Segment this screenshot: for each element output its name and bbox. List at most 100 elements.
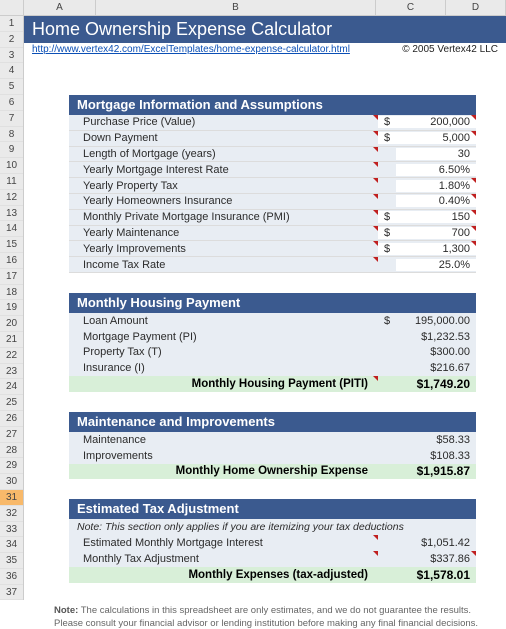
row-value[interactable]: 1,300 [396, 243, 476, 255]
row-header-34[interactable]: 34 [0, 537, 23, 553]
source-link[interactable]: http://www.vertex42.com/ExcelTemplates/h… [32, 44, 350, 57]
row-header-23[interactable]: 23 [0, 364, 23, 380]
comment-marker-icon[interactable] [471, 241, 476, 246]
col-header-c[interactable]: C [376, 0, 446, 15]
comment-marker-icon[interactable] [373, 131, 378, 136]
row-value[interactable]: 5,000 [396, 132, 476, 144]
row-header-15[interactable]: 15 [0, 237, 23, 253]
row-header-17[interactable]: 17 [0, 269, 23, 285]
row-header-3[interactable]: 3 [0, 48, 23, 64]
comment-marker-icon[interactable] [373, 210, 378, 215]
row-header-18[interactable]: 18 [0, 285, 23, 301]
data-row: Income Tax Rate 25.0% [69, 257, 476, 273]
row-value[interactable]: 200,000 [396, 116, 476, 128]
row-header-12[interactable]: 12 [0, 190, 23, 206]
row-value[interactable]: 150 [396, 211, 476, 223]
row-header-21[interactable]: 21 [0, 332, 23, 348]
row-header-29[interactable]: 29 [0, 458, 23, 474]
row-label: Down Payment [69, 132, 378, 144]
row-header-27[interactable]: 27 [0, 427, 23, 443]
row-header-36[interactable]: 36 [0, 569, 23, 585]
row-header-2[interactable]: 2 [0, 32, 23, 48]
select-all-corner[interactable] [0, 0, 24, 15]
comment-marker-icon[interactable] [373, 115, 378, 120]
comment-marker-icon[interactable] [373, 257, 378, 262]
comment-marker-icon[interactable] [373, 535, 378, 540]
row-header-1[interactable]: 1 [0, 16, 23, 32]
row-header-11[interactable]: 11 [0, 174, 23, 190]
row-header-16[interactable]: 16 [0, 253, 23, 269]
row-value[interactable]: 1.80% [396, 180, 476, 192]
comment-marker-icon[interactable] [471, 210, 476, 215]
row-value[interactable]: 700 [396, 227, 476, 239]
data-row: Length of Mortgage (years)30 [69, 147, 476, 163]
row-header-5[interactable]: 5 [0, 79, 23, 95]
currency-symbol: $ [378, 132, 396, 144]
col-header-a[interactable]: A [24, 0, 96, 15]
comment-marker-icon[interactable] [471, 194, 476, 199]
row-header-8[interactable]: 8 [0, 127, 23, 143]
row-header-32[interactable]: 32 [0, 506, 23, 522]
row-header-4[interactable]: 4 [0, 63, 23, 79]
comment-marker-icon[interactable] [471, 226, 476, 231]
data-row: Improvements$108.33 [69, 448, 476, 464]
comment-marker-icon[interactable] [471, 178, 476, 183]
row-header-22[interactable]: 22 [0, 348, 23, 364]
row-header-19[interactable]: 19 [0, 300, 23, 316]
row-header-9[interactable]: 9 [0, 142, 23, 158]
row-header-14[interactable]: 14 [0, 221, 23, 237]
footnote-line1: The calculations in this spreadsheet are… [81, 605, 471, 616]
row-header-26[interactable]: 26 [0, 411, 23, 427]
row-header-31[interactable]: 31 [0, 490, 23, 506]
row-header-30[interactable]: 30 [0, 474, 23, 490]
total-value: $1,578.01 [396, 568, 476, 582]
row-header-37[interactable]: 37 [0, 585, 23, 601]
comment-marker-icon[interactable] [373, 376, 378, 381]
row-header-25[interactable]: 25 [0, 395, 23, 411]
comment-marker-icon[interactable] [373, 226, 378, 231]
section-header-mortgage: Mortgage Information and Assumptions [69, 95, 476, 115]
row-label: Income Tax Rate [69, 259, 378, 271]
row-value: $58.33 [396, 434, 476, 446]
row-header-35[interactable]: 35 [0, 553, 23, 569]
row-header-7[interactable]: 7 [0, 111, 23, 127]
row-value[interactable]: 6.50% [396, 164, 476, 176]
row-header-33[interactable]: 33 [0, 522, 23, 538]
row-label: Maintenance [69, 434, 378, 446]
row-value[interactable]: 0.40% [396, 195, 476, 207]
data-row: Estimated Monthly Mortgage Interest$1,05… [69, 535, 476, 551]
comment-marker-icon[interactable] [373, 551, 378, 556]
row-label: Yearly Property Tax [69, 180, 378, 192]
comment-marker-icon[interactable] [373, 162, 378, 167]
row-value: $300.00 [396, 346, 476, 358]
column-header-row: A B C D [0, 0, 506, 16]
comment-marker-icon[interactable] [373, 194, 378, 199]
total-value: $1,915.87 [396, 464, 476, 478]
row-header-20[interactable]: 20 [0, 316, 23, 332]
section-note: Note: This section only applies if you a… [69, 519, 476, 535]
comment-marker-icon[interactable] [471, 115, 476, 120]
total-row-piti: Monthly Housing Payment (PITI) $1,749.20 [69, 376, 476, 392]
col-header-d[interactable]: D [446, 0, 506, 15]
row-value[interactable]: 25.0% [396, 259, 476, 271]
row-value: $216.67 [396, 362, 476, 374]
comment-marker-icon[interactable] [373, 147, 378, 152]
comment-marker-icon[interactable] [471, 131, 476, 136]
data-row: Monthly Tax Adjustment$337.86 [69, 551, 476, 567]
comment-marker-icon[interactable] [471, 551, 476, 556]
row-header-24[interactable]: 24 [0, 379, 23, 395]
row-header-28[interactable]: 28 [0, 443, 23, 459]
row-value[interactable]: 30 [396, 148, 476, 160]
row-label: Monthly Private Mortgage Insurance (PMI) [69, 211, 378, 223]
row-header-10[interactable]: 10 [0, 158, 23, 174]
comment-marker-icon[interactable] [373, 178, 378, 183]
comment-marker-icon[interactable] [373, 241, 378, 246]
data-row: Monthly Private Mortgage Insurance (PMI)… [69, 210, 476, 226]
row-label: Yearly Improvements [69, 243, 378, 255]
row-header-6[interactable]: 6 [0, 95, 23, 111]
col-header-b[interactable]: B [96, 0, 376, 15]
currency-symbol: $ [378, 227, 396, 239]
total-label: Monthly Housing Payment (PITI) [69, 378, 378, 390]
row-header-13[interactable]: 13 [0, 206, 23, 222]
page-title: Home Ownership Expense Calculator [24, 16, 506, 43]
